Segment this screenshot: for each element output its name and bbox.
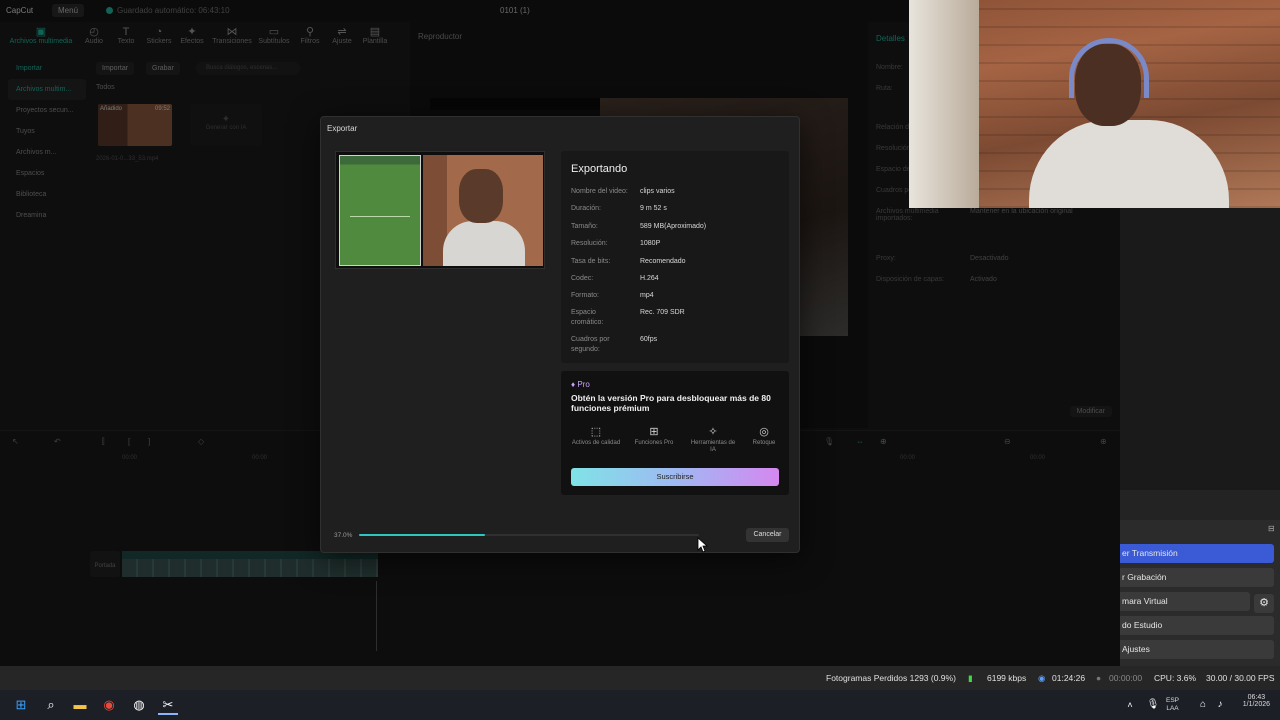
mouse-cursor-icon <box>697 537 709 553</box>
info-value: 60fps <box>640 336 658 343</box>
stream-icon: ◉ <box>1038 673 1046 683</box>
field-line <box>350 216 410 217</box>
export-heading: Exportando <box>571 163 628 175</box>
chrome-icon[interactable]: ◉ <box>99 695 119 715</box>
feature-retouch: ◎ Retoque <box>739 425 789 447</box>
info-key: Duración: <box>571 205 601 212</box>
feature-quality-assets: ⬚ Activos de calidad <box>571 425 621 447</box>
file-explorer-icon[interactable]: ▬ <box>70 695 90 715</box>
tray-chevron-icon[interactable]: ˄ <box>1120 695 1140 715</box>
settings-button[interactable]: Ajustes <box>1120 640 1274 659</box>
obs-icon[interactable]: ◍ <box>129 695 149 715</box>
dropped-frames: Fotogramas Perdidos 1293 (0.9%) <box>826 673 956 683</box>
info-value: 9 m 52 s <box>640 205 667 212</box>
obs-status-bar: Fotogramas Perdidos 1293 (0.9%) ▮ 6199 k… <box>0 666 1280 690</box>
clock[interactable]: 06:43 1/1/2026 <box>1243 694 1270 708</box>
pro-upsell-card: ♦ Pro Obtén la versión Pro para desbloqu… <box>561 371 789 495</box>
capcut-taskbar-icon[interactable]: ✂ <box>158 695 178 715</box>
export-preview <box>335 151 545 269</box>
export-dialog: Exportar Exportando Nombre del video: cli… <box>320 116 800 553</box>
virtual-camera-button[interactable]: mara Virtual <box>1120 592 1250 611</box>
pro-message: Obtén la versión Pro para desbloquear má… <box>571 393 771 413</box>
gear-icon[interactable]: ⚙ <box>1254 594 1274 613</box>
webcam-overlay <box>909 0 1280 208</box>
studio-mode-button[interactable]: do Estudio <box>1120 616 1274 635</box>
preview-soccer-clip <box>339 155 421 266</box>
pro-badge-label: Pro <box>577 380 590 389</box>
preview-webcam-clip <box>423 155 543 266</box>
subscribe-button[interactable]: Suscribirse <box>571 468 779 486</box>
export-info-panel: Exportando Nombre del video: clips varios… <box>561 151 789 363</box>
pro-badge: ♦ Pro <box>571 380 590 389</box>
info-key: Formato: <box>571 292 600 299</box>
info-value: Rec. 709 SDR <box>640 309 685 316</box>
info-key: Codec: <box>571 275 594 282</box>
info-value: Recomendado <box>640 258 686 265</box>
microphone-icon[interactable]: 🎙 <box>1143 695 1163 715</box>
bitrate: 6199 kbps <box>987 673 1027 683</box>
record-icon: ● <box>1096 673 1102 683</box>
feature-label: Funciones Pro <box>634 440 674 446</box>
info-value: clips varios <box>640 188 675 195</box>
windows-taskbar: ⊞ ⌕ ▬ ◉ ◍ ✂ ˄ 🎙 ESP LAA ⌂ ♪ 06:43 1/1/20… <box>0 690 1280 720</box>
language-indicator[interactable]: ESP LAA <box>1166 697 1179 713</box>
preview-person-shirt <box>443 221 525 266</box>
fps-readout: 30.00 / 30.00 FPS <box>1206 673 1275 683</box>
feature-ai-tools: ✧ Herramientas de IA <box>688 425 738 454</box>
preview-person-head <box>459 169 503 223</box>
cancel-button[interactable]: Cancelar <box>746 528 789 542</box>
obs-dock-header <box>1120 490 1280 520</box>
dock-menu-icon[interactable]: ⊟ <box>1268 524 1275 533</box>
info-value: H.264 <box>640 275 659 282</box>
ai-tools-icon: ✧ <box>708 426 718 438</box>
info-key: Nombre del video: <box>571 188 628 195</box>
lang-code: ESP <box>1166 697 1180 704</box>
feature-pro-functions: ⊞ Funciones Pro <box>629 425 679 447</box>
export-progress-fill <box>359 534 485 536</box>
info-key: Tamaño: <box>571 223 598 230</box>
record-time: 00:00:00 <box>1109 673 1143 683</box>
feature-label: Activos de calidad <box>571 440 621 446</box>
obs-controls-dock: ⊟ er Transmisión r Grabación mara Virtua… <box>1120 490 1280 666</box>
info-value: mp4 <box>640 292 654 299</box>
export-progress-bar <box>359 534 699 536</box>
feature-label: Herramientas de IA <box>690 440 736 453</box>
start-streaming-button[interactable]: er Transmisión <box>1120 544 1274 563</box>
info-key: Espacio cromático: <box>571 309 604 326</box>
clock-date: 1/1/2026 <box>1242 701 1270 708</box>
info-key: Cuadros por segundo: <box>571 336 610 353</box>
cpu-usage: CPU: 3.6% <box>1154 673 1197 683</box>
start-recording-button[interactable]: r Grabación <box>1120 568 1274 587</box>
signal-icon: ▮ <box>968 673 973 683</box>
stream-time: 01:24:26 <box>1052 673 1086 683</box>
info-value: 589 MB(Aproximado) <box>640 223 707 230</box>
info-value: 1080P <box>640 240 661 247</box>
dialog-title: Exportar <box>327 124 358 133</box>
progress-percent: 37.0% <box>334 532 353 539</box>
quality-assets-icon: ⬚ <box>590 426 602 438</box>
feature-label: Retoque <box>752 440 776 446</box>
volume-icon[interactable]: ♪ <box>1210 695 1230 715</box>
clock-time: 06:43 <box>1247 694 1266 701</box>
info-key: Tasa de bits: <box>571 258 611 265</box>
retouch-icon: ◎ <box>759 426 769 438</box>
lang-layout: LAA <box>1166 705 1179 712</box>
search-icon[interactable]: ⌕ <box>41 695 61 715</box>
pro-functions-icon: ⊞ <box>649 426 659 438</box>
window-light <box>909 0 979 208</box>
info-key: Resolución: <box>571 240 608 247</box>
windows-start-icon[interactable]: ⊞ <box>11 695 31 715</box>
